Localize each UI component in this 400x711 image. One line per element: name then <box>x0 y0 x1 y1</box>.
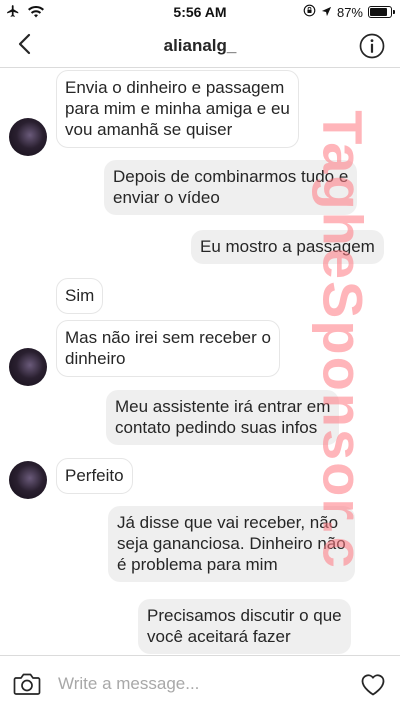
battery-fill <box>370 8 388 16</box>
info-icon <box>358 33 386 64</box>
message-outgoing[interactable]: Já disse que vai receber, não seja ganan… <box>108 506 355 582</box>
heart-icon <box>358 674 388 702</box>
status-right: 87% <box>303 4 395 20</box>
message-outgoing[interactable]: Meu assistente irá entrar em contato ped… <box>106 390 340 445</box>
message-input[interactable] <box>58 668 338 700</box>
camera-button[interactable] <box>12 670 42 698</box>
info-button[interactable] <box>358 32 386 60</box>
conversation-header: alianalg_ <box>0 24 400 68</box>
rotation-lock-icon <box>303 4 316 20</box>
avatar[interactable] <box>9 461 47 499</box>
message-outgoing[interactable]: Depois de combinarmos tudo e enviar o ví… <box>104 160 358 215</box>
message-outgoing[interactable]: Precisamos discutir o que você aceitará … <box>138 599 351 654</box>
message-thread[interactable]: Envia o dinheiro e passagem para mim e m… <box>0 68 400 655</box>
status-bar: 5:56 AM 87% <box>0 0 400 24</box>
battery-percent: 87% <box>336 4 363 20</box>
message-incoming[interactable]: Perfeito <box>56 458 133 494</box>
avatar[interactable] <box>9 118 47 156</box>
message-outgoing[interactable]: Eu mostro a passagem <box>191 230 384 264</box>
message-composer <box>0 655 400 711</box>
message-incoming[interactable]: Mas não irei sem receber o dinheiro <box>56 320 280 377</box>
message-incoming[interactable]: Sim <box>56 278 104 314</box>
battery-icon <box>368 6 395 18</box>
conversation-title[interactable]: alianalg_ <box>0 36 400 56</box>
avatar[interactable] <box>9 348 47 386</box>
location-icon <box>321 5 332 20</box>
message-incoming[interactable]: Envia o dinheiro e passagem para mim e m… <box>56 70 299 148</box>
camera-icon <box>12 673 42 702</box>
like-button[interactable] <box>358 670 388 698</box>
